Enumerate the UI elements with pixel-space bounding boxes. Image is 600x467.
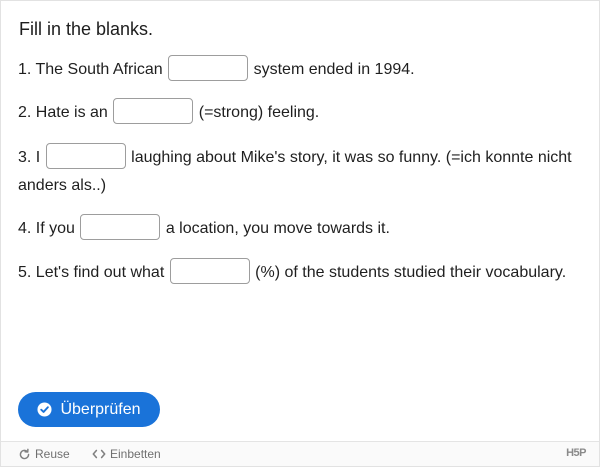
reuse-icon (19, 448, 30, 459)
reuse-button[interactable]: Reuse (18, 447, 70, 461)
check-button-label: Überprüfen (60, 400, 141, 418)
question-1: 1. The South African system ended in 199… (18, 54, 579, 84)
blank-input-1[interactable] (168, 54, 249, 81)
question-5: 5. Let's find out what (%) of the studen… (18, 257, 579, 287)
question-2-text-before: 2. Hate is an (18, 104, 108, 121)
reuse-label: Reuse (35, 447, 70, 461)
blank-input-5[interactable] (169, 257, 250, 284)
question-2: 2. Hate is an (=strong) feeling. (18, 97, 579, 127)
question-3-text-before: 3. I (18, 149, 41, 166)
question-1-text-after: system ended in 1994. (253, 61, 415, 78)
question-5-text-before: 5. Let's find out what (18, 264, 165, 281)
check-button[interactable]: Überprüfen (18, 392, 160, 427)
embed-label: Einbetten (110, 447, 161, 461)
code-brackets-icon (92, 449, 106, 459)
h5p-content-frame: Fill in the blanks. 1. The South African… (0, 0, 600, 467)
footer-bar: Reuse Einbetten H5P (1, 441, 599, 466)
question-2-text-after: (=strong) feeling. (198, 104, 320, 121)
embed-button[interactable]: Einbetten (92, 447, 161, 461)
blank-input-2[interactable] (113, 97, 194, 124)
question-1-text-before: 1. The South African (18, 61, 163, 78)
question-4-text-after: a location, you move towards it. (165, 220, 390, 237)
task-title: Fill in the blanks. (19, 19, 154, 39)
check-circle-icon (37, 402, 52, 417)
h5p-logo[interactable]: H5P (566, 447, 586, 459)
question-4: 4. If you a location, you move towards i… (18, 213, 579, 243)
blank-input-4[interactable] (80, 213, 161, 240)
question-3: 3. I laughing about Mike's story, it was… (18, 142, 579, 200)
question-4-text-before: 4. If you (18, 220, 75, 237)
question-5-text-after: (%) of the students studied their vocabu… (255, 264, 567, 281)
blank-input-3[interactable] (45, 142, 126, 169)
